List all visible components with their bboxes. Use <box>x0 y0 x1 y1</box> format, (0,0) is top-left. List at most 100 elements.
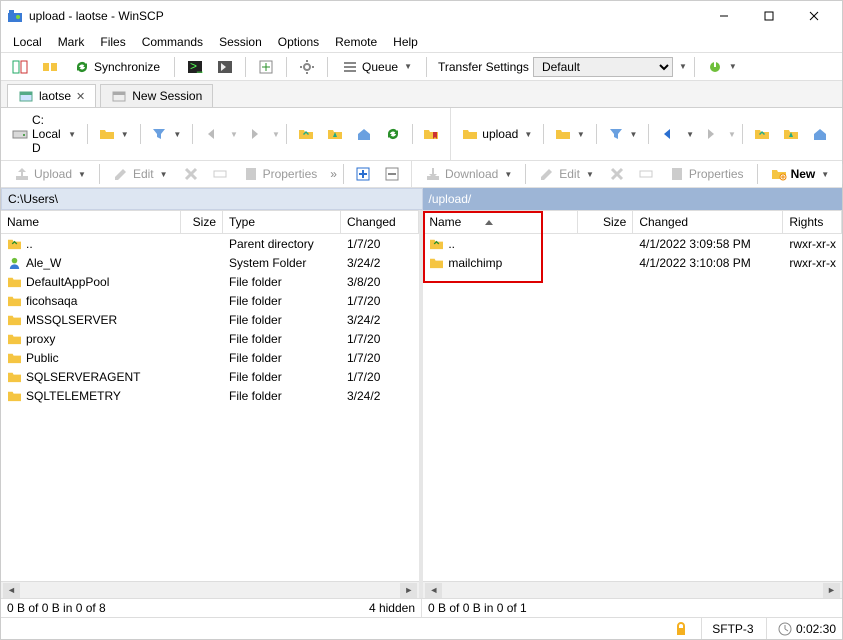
svg-text:>_: >_ <box>190 59 203 73</box>
properties-label-remote: Properties <box>689 167 744 181</box>
new-minus-button-local[interactable] <box>379 163 405 185</box>
delete-icon <box>183 166 199 182</box>
remote-filter-button[interactable]: ▼ <box>603 123 643 145</box>
transfer-settings-menu[interactable]: ▼ <box>679 62 687 71</box>
menubar: Local Mark Files Commands Session Option… <box>1 31 842 53</box>
table-row[interactable]: DefaultAppPoolFile folder3/8/20 <box>1 272 419 291</box>
open-folder-button[interactable]: ▼ <box>94 123 134 145</box>
col-name[interactable]: Name <box>1 211 181 233</box>
edit-button-remote[interactable]: Edit ▼ <box>532 163 601 185</box>
remote-home-button[interactable] <box>807 123 833 145</box>
remote-root-button[interactable] <box>778 123 804 145</box>
col-size-remote[interactable]: Size <box>578 211 633 233</box>
new-button-remote[interactable]: New ▼ <box>764 163 837 185</box>
drive-selector[interactable]: C: Local D ▼ <box>7 110 81 158</box>
new-plus-button-local[interactable] <box>350 163 376 185</box>
remote-scrollbar[interactable]: ◄► <box>423 581 842 598</box>
properties-icon <box>243 166 259 182</box>
menu-session[interactable]: Session <box>211 33 270 51</box>
table-row[interactable]: Ale_WSystem Folder3/24/2 <box>1 253 419 272</box>
back-button[interactable] <box>199 123 225 145</box>
queue-label: Queue <box>362 60 398 74</box>
col-rights-remote[interactable]: Rights <box>783 211 842 233</box>
clock-icon <box>777 621 793 637</box>
transfer-settings-select[interactable]: Default <box>533 57 673 77</box>
new-session-label: New Session <box>132 89 202 103</box>
col-size[interactable]: Size <box>181 211 223 233</box>
filter-button[interactable]: ▼ <box>146 123 186 145</box>
col-name-remote[interactable]: Name <box>423 211 578 233</box>
edit-icon <box>539 166 555 182</box>
new-session-tab[interactable]: New Session <box>100 84 213 107</box>
root-button[interactable] <box>322 123 348 145</box>
drive-label: C: Local D <box>32 113 62 155</box>
menu-files[interactable]: Files <box>92 33 133 51</box>
status-bars: 0 B of 0 B in 0 of 8 4 hidden 0 B of 0 B… <box>1 598 842 617</box>
plus-icon <box>355 166 371 182</box>
preferences-button[interactable] <box>294 56 320 78</box>
overflow-indicator[interactable]: » <box>330 167 337 181</box>
table-row[interactable]: ficohsaqaFile folder1/7/20 <box>1 291 419 310</box>
properties-button-remote[interactable]: Properties <box>662 163 751 185</box>
delete-button-remote[interactable] <box>604 163 630 185</box>
bookmark-folder-button[interactable] <box>418 123 444 145</box>
upload-button[interactable]: Upload ▼ <box>7 163 93 185</box>
console-button[interactable]: >_ <box>182 56 208 78</box>
parent-button[interactable] <box>293 123 319 145</box>
table-row[interactable]: proxyFile folder1/7/20 <box>1 329 419 348</box>
menu-remote[interactable]: Remote <box>327 33 385 51</box>
minimize-button[interactable] <box>701 2 746 30</box>
table-row[interactable]: MSSQLSERVERFile folder3/24/2 <box>1 310 419 329</box>
queue-button[interactable]: Queue ▼ <box>335 56 419 78</box>
col-changed[interactable]: Changed <box>341 211 419 233</box>
table-row[interactable]: mailchimp4/1/2022 3:10:08 PMrwxr-xr-x <box>423 253 842 272</box>
properties-button-local[interactable]: Properties <box>236 163 325 185</box>
close-button[interactable] <box>791 2 836 30</box>
refresh-button[interactable] <box>380 123 406 145</box>
local-scrollbar[interactable]: ◄► <box>1 581 419 598</box>
menu-mark[interactable]: Mark <box>50 33 93 51</box>
command-button[interactable] <box>212 56 238 78</box>
session-tab-active[interactable]: laotse ✕ <box>7 84 96 107</box>
remote-open-folder-button[interactable]: ▼ <box>550 123 590 145</box>
download-button[interactable]: Download ▼ <box>418 163 519 185</box>
disconnect-button[interactable]: ▼ <box>702 56 742 78</box>
session-tab-label: laotse <box>39 89 71 103</box>
home-button[interactable] <box>351 123 377 145</box>
menu-options[interactable]: Options <box>270 33 327 51</box>
download-icon <box>425 166 441 182</box>
table-row[interactable]: ..Parent directory1/7/20 <box>1 234 419 253</box>
remote-file-list[interactable]: ..4/1/2022 3:09:58 PMrwxr-xr-xmailchimp4… <box>423 234 842 581</box>
forward-button[interactable] <box>241 123 267 145</box>
delete-button-local[interactable] <box>178 163 204 185</box>
table-row[interactable]: SQLTELEMETRYFile folder3/24/2 <box>1 386 419 405</box>
rename-button-local[interactable] <box>207 163 233 185</box>
remote-back-button[interactable] <box>655 123 681 145</box>
new-label: New <box>791 167 816 181</box>
local-path-bar[interactable]: C:\Users\ <box>1 188 423 210</box>
table-row[interactable]: PublicFile folder1/7/20 <box>1 348 419 367</box>
sync-browse-button[interactable] <box>253 56 279 78</box>
remote-path-bar[interactable]: /upload/ <box>423 188 843 210</box>
local-file-list[interactable]: ..Parent directory1/7/20Ale_WSystem Fold… <box>1 234 419 581</box>
window-title: upload - laotse - WinSCP <box>29 9 701 23</box>
menu-local[interactable]: Local <box>5 33 50 51</box>
edit-button-local[interactable]: Edit ▼ <box>106 163 175 185</box>
menu-help[interactable]: Help <box>385 33 426 51</box>
remote-folder-selector[interactable]: upload ▼ <box>457 123 537 145</box>
menu-commands[interactable]: Commands <box>134 33 211 51</box>
remote-parent-button[interactable] <box>749 123 775 145</box>
remote-nav: upload ▼ ▼ ▼ ▼ ▼ Find Files <box>450 108 843 160</box>
table-row[interactable]: ..4/1/2022 3:09:58 PMrwxr-xr-x <box>423 234 842 253</box>
toggle-layout-button[interactable] <box>7 56 33 78</box>
col-changed-remote[interactable]: Changed <box>633 211 783 233</box>
synchronize-button[interactable]: Synchronize <box>67 56 167 78</box>
remote-forward-button[interactable] <box>697 123 723 145</box>
compare-dirs-button[interactable] <box>37 56 63 78</box>
rename-button-remote[interactable] <box>633 163 659 185</box>
remote-refresh-button[interactable] <box>836 123 843 145</box>
col-type[interactable]: Type <box>223 211 341 233</box>
maximize-button[interactable] <box>746 2 791 30</box>
table-row[interactable]: SQLSERVERAGENTFile folder1/7/20 <box>1 367 419 386</box>
close-icon[interactable]: ✕ <box>76 90 85 103</box>
